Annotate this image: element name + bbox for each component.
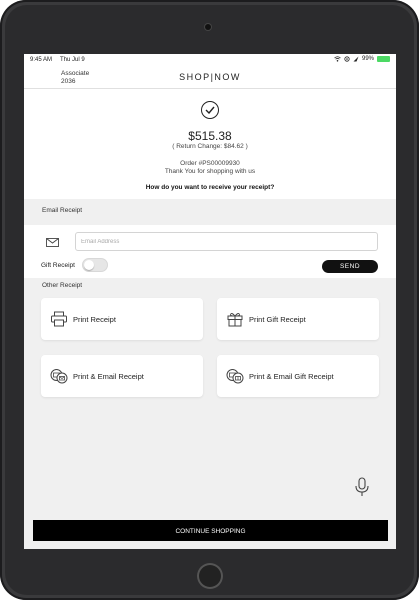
order-summary: $515.38 ( Return Change: $84.62 ) Order … [24,89,396,199]
battery-percent: 99% [361,56,374,62]
return-change: ( Return Change: $84.62 ) [172,143,248,150]
app-header: Associate 2036 SHOP|NOW [24,67,396,89]
print-receipt-label: Print Receipt [73,315,116,324]
print-email-receipt-label: Print & Email Receipt [73,372,144,381]
print-gift-receipt-label: Print Gift Receipt [249,315,306,324]
printer-icon [51,311,67,327]
print-email-gift-icon [226,369,244,384]
print-gift-receipt-button[interactable]: Print Gift Receipt [217,298,379,340]
continue-shopping-button[interactable]: CONTINUE SHOPPING [33,520,388,541]
checkmark-icon [201,101,219,119]
shop-now-logo: SHOP|NOW [179,72,241,82]
app-screen: 9:45 AM Thu Jul 9 99% Associate 2036 SHO… [24,54,396,549]
thank-you-message: Thank You for shopping with us [164,168,256,175]
send-button[interactable]: SEND [322,260,378,273]
print-email-receipt-button[interactable]: Print & Email Receipt [41,355,203,397]
home-button[interactable] [197,563,223,589]
email-address-input[interactable] [75,232,378,251]
print-email-gift-receipt-button[interactable]: Print & Email Gift Receipt [217,355,379,397]
status-indicators: 99% [334,56,390,62]
email-receipt-panel: Gift Receipt SEND [24,225,396,278]
gift-receipt-label: Gift Receipt [41,262,75,269]
receipt-question: How do you want to receive your receipt? [145,184,275,191]
battery-icon [377,56,390,62]
location-icon [344,56,350,62]
print-email-icon [50,369,68,384]
gift-receipt-toggle[interactable] [82,258,108,272]
wifi-icon [334,56,341,62]
email-receipt-heading: Email Receipt [42,207,83,214]
status-bar: 9:45 AM Thu Jul 9 99% [24,54,396,67]
print-email-gift-receipt-label: Print & Email Gift Receipt [249,372,334,381]
toggle-knob [84,260,94,270]
status-date: Thu Jul 9 [60,57,85,63]
order-total: $515.38 [188,129,232,143]
print-receipt-button[interactable]: Print Receipt [41,298,203,340]
gift-icon [227,313,243,327]
ipad-device-frame: 9:45 AM Thu Jul 9 99% Associate 2036 SHO… [0,0,419,600]
microphone-icon[interactable] [352,476,372,498]
other-receipt-heading: Other Receipt [42,282,83,289]
status-time: 9:45 AM [30,57,53,63]
order-number: Order #PS00009930 [180,160,240,167]
signal-icon [353,56,359,62]
front-camera [205,24,211,30]
mail-icon [46,238,59,247]
